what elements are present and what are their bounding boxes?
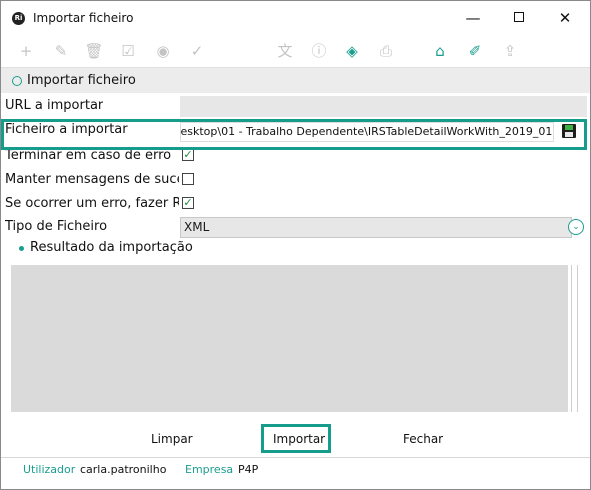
file-type-label: Tipo de Ficheiro <box>5 219 108 234</box>
file-type-select[interactable]: XML <box>180 217 572 238</box>
home-icon[interactable]: ⌂ <box>429 40 451 62</box>
on-error-label: Se ocorrer um erro, fazer Ro... <box>5 196 179 211</box>
url-input[interactable] <box>180 96 587 117</box>
approve-icon[interactable]: ☑ <box>117 40 139 62</box>
export-icon[interactable]: ⇪ <box>499 40 521 62</box>
keep-messages-label: Manter mensagens de suce... <box>5 172 179 187</box>
file-highlight-frame <box>1 119 587 150</box>
terminate-checkbox[interactable]: ✓ <box>182 149 194 161</box>
toolbar: + ✎ 🗑 ☑ ◉ ✓ 文 ⓘ ◈ ⎙ ⌂ ✐ ⇪ <box>1 35 590 67</box>
diamond-icon[interactable]: ◈ <box>341 40 363 62</box>
close-window-button[interactable]: ✕ <box>542 1 588 35</box>
edit-icon[interactable]: ✎ <box>50 40 72 62</box>
url-label: URL a importar <box>5 98 104 113</box>
info-icon[interactable]: ⓘ <box>308 40 330 62</box>
user-label: Utilizador <box>23 463 76 476</box>
view-icon[interactable]: ◉ <box>152 40 174 62</box>
import-file-window: Ri Importar ficheiro — ✕ + ✎ 🗑 ☑ ◉ ✓ 文 ⓘ… <box>0 0 591 490</box>
company-label: Empresa <box>185 463 234 476</box>
window-title: Importar ficheiro <box>33 11 134 25</box>
collapse-circle-icon <box>12 76 22 86</box>
translate-icon[interactable]: 文 <box>274 40 296 62</box>
user-value: carla.patronilho <box>80 463 167 476</box>
clear-button[interactable]: Limpar <box>151 432 193 446</box>
result-output-area <box>11 265 568 412</box>
maximize-icon <box>514 12 524 22</box>
chevron-down-icon[interactable]: ⌄ <box>568 219 584 235</box>
result-scrollbar[interactable] <box>571 265 578 412</box>
panel-title: Importar ficheiro <box>27 73 136 88</box>
import-highlight-frame <box>261 424 331 453</box>
on-error-checkbox[interactable]: ✓ <box>182 197 194 209</box>
title-bar: Ri Importar ficheiro — ✕ <box>1 1 590 35</box>
result-title: Resultado da importação <box>30 240 193 255</box>
app-logo-icon: Ri <box>12 12 25 25</box>
company-value: P4P <box>238 463 259 476</box>
maximize-button[interactable] <box>496 1 542 35</box>
close-button[interactable]: Fechar <box>403 432 443 446</box>
terminate-label: Terminar em caso de erro <box>5 148 172 163</box>
delete-icon[interactable]: 🗑 <box>83 40 105 62</box>
status-footer: Utilizador carla.patronilho Empresa P4P <box>1 457 590 489</box>
add-icon[interactable]: + <box>15 40 37 62</box>
print-icon[interactable]: ⎙ <box>375 40 397 62</box>
panel-header[interactable]: Importar ficheiro <box>1 67 590 93</box>
keep-messages-checkbox[interactable] <box>182 173 194 185</box>
bullet-icon <box>19 246 24 251</box>
check-icon[interactable]: ✓ <box>186 40 208 62</box>
minimize-button[interactable]: — <box>450 1 496 35</box>
edit-pen-icon[interactable]: ✐ <box>464 40 486 62</box>
